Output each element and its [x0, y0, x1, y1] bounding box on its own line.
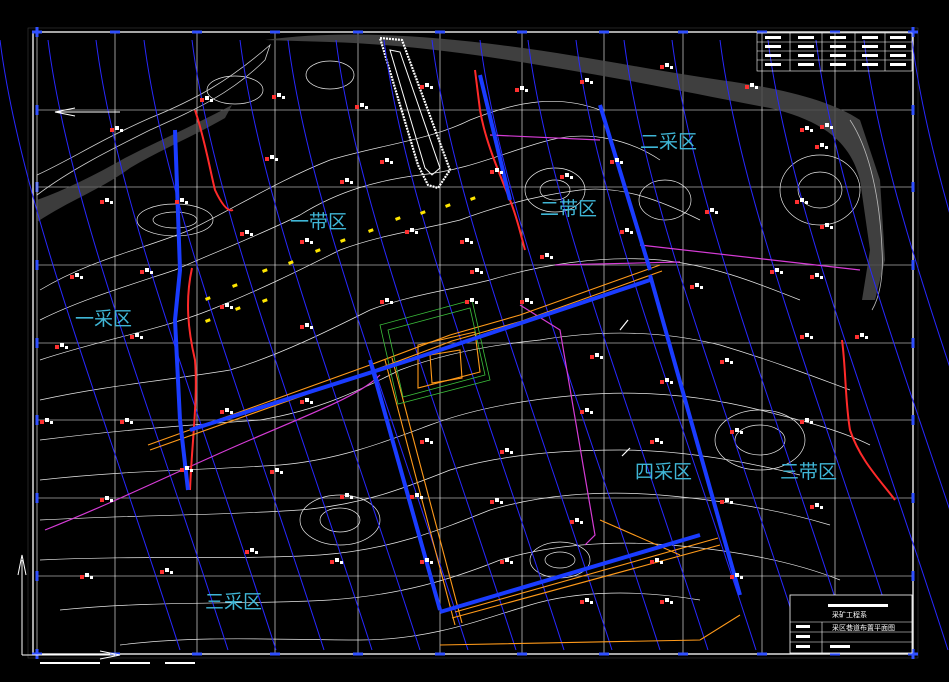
- zone-label-mining-2: 二采区: [640, 131, 697, 153]
- zone-label-band-1: 一带区: [290, 211, 347, 233]
- zone-label-band-3: 三带区: [780, 461, 837, 483]
- mine-plan-drawing: 一带区 二带区 三带区 一采区 二采区 三采区 四采区 采矿工程系 采区巷道布置: [0, 0, 949, 682]
- bottom-strip: [40, 662, 195, 664]
- title-block-header: 采矿工程系: [832, 610, 867, 619]
- zone-label-band-2: 二带区: [540, 198, 597, 220]
- zone-label-mining-3: 三采区: [205, 591, 262, 613]
- zone-label-mining-4: 四采区: [635, 461, 692, 483]
- zone-label-mining-1: 一采区: [75, 308, 132, 330]
- title-block-drawing-title: 采区巷道布置平面图: [832, 623, 895, 632]
- title-block: 采矿工程系 采区巷道布置平面图: [789, 594, 913, 654]
